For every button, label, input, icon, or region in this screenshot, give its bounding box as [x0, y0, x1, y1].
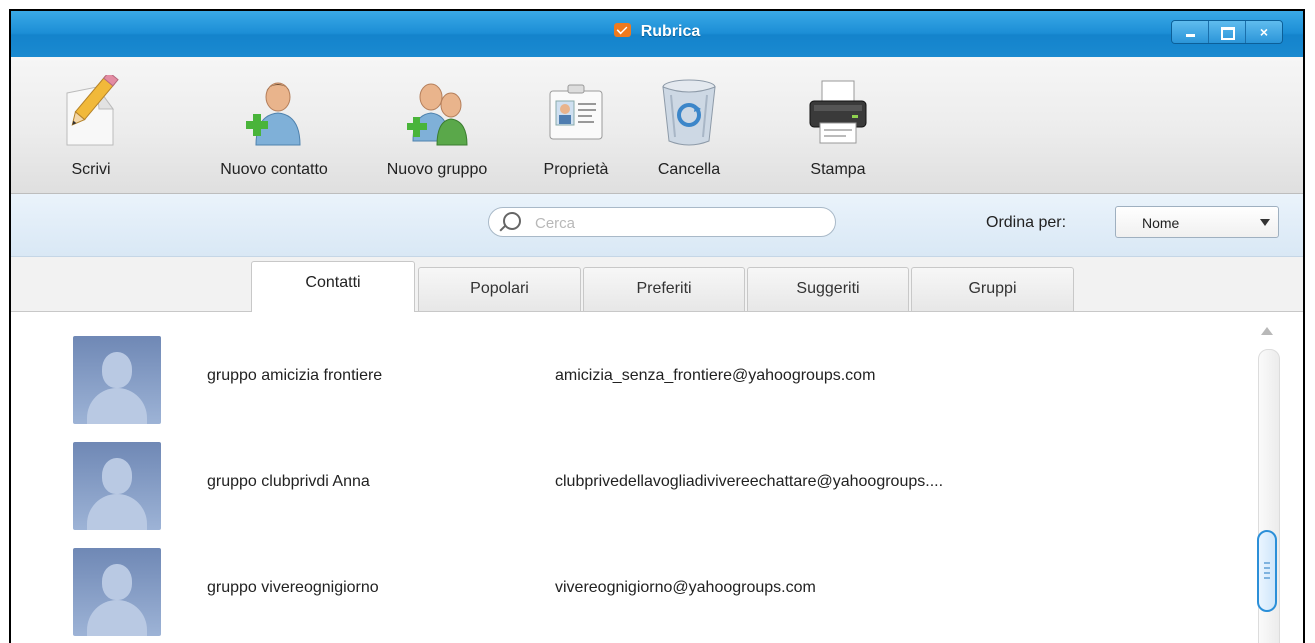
properties-label: Proprietà: [543, 161, 609, 178]
new-contact-button[interactable]: Nuovo contatto: [199, 75, 349, 185]
contact-name: gruppo amicizia frontiere: [207, 367, 383, 384]
delete-label: Cancella: [657, 161, 721, 178]
avatar: [73, 336, 161, 424]
tab-gruppi[interactable]: Gruppi: [911, 267, 1074, 311]
window-title: Rubrica: [11, 23, 1303, 41]
write-button[interactable]: Scrivi: [51, 71, 131, 185]
search-bar: Ordina per: Nome: [11, 194, 1303, 257]
tab-preferiti[interactable]: Preferiti: [583, 267, 745, 311]
contact-row[interactable]: gruppo amicizia frontiere amicizia_senza…: [11, 312, 1241, 424]
maximize-button[interactable]: [1209, 21, 1246, 43]
recycle-bin-icon: [657, 75, 721, 147]
contact-row[interactable]: gruppo clubprivdi Anna clubprivedellavog…: [11, 418, 1241, 530]
close-button[interactable]: ×: [1246, 21, 1282, 43]
scroll-thumb[interactable]: [1257, 530, 1277, 612]
window-title-text: Rubrica: [640, 23, 701, 40]
search-input[interactable]: [533, 212, 817, 234]
search-box[interactable]: [488, 207, 836, 237]
contact-name: gruppo vivereognigiorno: [207, 579, 379, 596]
toolbar: Scrivi Nuovo contatto Nuovo gruppo Propr…: [11, 57, 1303, 194]
search-icon: [503, 212, 521, 230]
minimize-button[interactable]: [1172, 21, 1209, 43]
contact-email: amicizia_senza_frontiere@yahoogroups.com: [555, 367, 876, 384]
contact-email: clubprivedellavogliadivivereechattare@ya…: [555, 473, 944, 490]
add-group-icon: [405, 75, 469, 147]
pencil-icon: [59, 71, 123, 147]
vertical-scrollbar[interactable]: [1253, 321, 1283, 643]
contact-list: gruppo amicizia frontiere amicizia_senza…: [11, 312, 1303, 643]
mail-envelope-icon: [613, 23, 631, 37]
contact-email: vivereognigiorno@yahoogroups.com: [555, 579, 816, 596]
print-button[interactable]: Stampa: [793, 75, 883, 185]
new-contact-label: Nuovo contatto: [220, 161, 328, 178]
sort-label: Ordina per:: [986, 214, 1067, 231]
tab-suggeriti[interactable]: Suggeriti: [747, 267, 909, 311]
sort-select[interactable]: Nome: [1115, 206, 1279, 238]
avatar: [73, 548, 161, 636]
print-label: Stampa: [810, 161, 866, 178]
new-group-label: Nuovo gruppo: [386, 161, 488, 178]
tab-contatti[interactable]: Contatti: [251, 261, 415, 312]
contact-name: gruppo clubprivdi Anna: [207, 473, 370, 490]
contact-card-icon: [544, 75, 608, 147]
window-controls: ×: [1171, 20, 1283, 44]
sort-selected-value: Nome: [1142, 215, 1180, 231]
tab-bar: Contatti Popolari Preferiti Suggeriti Gr…: [11, 257, 1303, 312]
scroll-up-arrow-icon[interactable]: [1261, 327, 1273, 335]
tab-popolari[interactable]: Popolari: [418, 267, 581, 311]
avatar: [73, 442, 161, 530]
delete-button[interactable]: Cancella: [639, 75, 739, 185]
title-bar[interactable]: Rubrica ×: [11, 11, 1303, 57]
new-group-button[interactable]: Nuovo gruppo: [367, 75, 507, 185]
chevron-down-icon: [1260, 219, 1270, 226]
properties-button[interactable]: Proprietà: [531, 75, 621, 185]
add-contact-icon: [242, 75, 306, 147]
write-label: Scrivi: [71, 161, 111, 178]
printer-icon: [806, 75, 870, 147]
address-book-window: Rubrica × Scrivi Nuovo contatto Nuovo gr…: [9, 9, 1305, 643]
contact-row[interactable]: gruppo vivereognigiorno vivereognigiorno…: [11, 524, 1241, 636]
